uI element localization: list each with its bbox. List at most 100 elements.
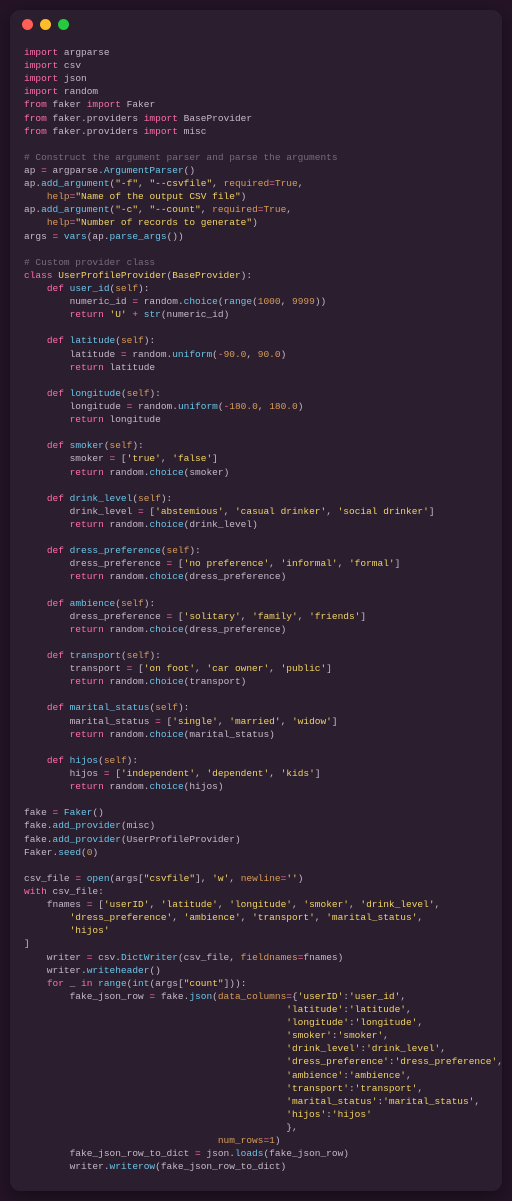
text: , (383, 1030, 389, 1041)
text (24, 925, 70, 936)
fn: Faker (64, 807, 93, 818)
text: longitude (24, 401, 127, 412)
text: , (281, 296, 292, 307)
text: ): (149, 388, 160, 399)
fn: choice (149, 676, 183, 687)
text: (args[ (110, 873, 144, 884)
text: [ (92, 899, 103, 910)
str: 'marital_status' (326, 912, 417, 923)
str: 'latitude' (349, 1004, 406, 1015)
text: smoker (24, 453, 110, 464)
text: argparse. (47, 165, 104, 176)
text (24, 1043, 286, 1054)
text: , (241, 611, 252, 622)
self: self (121, 598, 144, 609)
str: 'on foot' (144, 663, 195, 674)
text: random. (104, 467, 150, 478)
module: csv (64, 60, 81, 71)
fn: writeheader (87, 965, 150, 976)
text: , (269, 558, 280, 569)
text: , (195, 663, 206, 674)
fn: range (98, 978, 127, 989)
text: , (338, 558, 349, 569)
text: (marital_status) (184, 729, 275, 740)
text: , (400, 991, 406, 1002)
maximize-icon[interactable] (58, 19, 69, 30)
text: latitude (104, 362, 155, 373)
fn: choice (184, 296, 218, 307)
text: ): (189, 545, 200, 556)
str: 'drink_level' (286, 1043, 360, 1054)
text: transport (24, 663, 127, 674)
str: 'U' (110, 309, 127, 320)
text: ) (275, 1135, 281, 1146)
text (24, 1056, 286, 1067)
text: ] (315, 768, 321, 779)
text: (ap. (87, 231, 110, 242)
self: self (127, 388, 150, 399)
text: drink_level (24, 506, 138, 517)
num: 180.0 (269, 401, 298, 412)
close-icon[interactable] (22, 19, 33, 30)
str: 'latitude' (286, 1004, 343, 1015)
bool: True (275, 178, 298, 189)
text: numeric_id (24, 296, 132, 307)
text: ): (132, 440, 143, 451)
text: ) (298, 401, 304, 412)
text: ] (212, 453, 218, 464)
text: [ (110, 768, 121, 779)
str: 'transport' (252, 912, 315, 923)
text: ] (429, 506, 435, 517)
code-editor[interactable]: import argparse import csv import json i… (10, 38, 502, 1191)
text: , (161, 453, 172, 464)
text (24, 1030, 286, 1041)
str: 'ambience' (286, 1070, 343, 1081)
fn: range (224, 296, 253, 307)
text (24, 217, 47, 228)
text: random. (104, 781, 150, 792)
keyword: return (70, 467, 104, 478)
text: _ (64, 978, 81, 989)
minimize-icon[interactable] (40, 19, 51, 30)
text: , (246, 349, 257, 360)
text: , (298, 178, 304, 189)
text: (csv_file, (178, 952, 241, 963)
str: 'w' (212, 873, 229, 884)
text: (args[ (149, 978, 183, 989)
self: self (155, 702, 178, 713)
fn: int (132, 978, 149, 989)
keyword: for (47, 978, 64, 989)
fn-name: smoker (64, 440, 104, 451)
str: "-c" (115, 204, 138, 215)
var: args (24, 231, 53, 242)
text: , (218, 716, 229, 727)
text: () (149, 965, 160, 976)
keyword: from (24, 113, 47, 124)
text (24, 1004, 286, 1015)
text: ): (241, 270, 252, 281)
str: 'hijos' (332, 1109, 372, 1120)
text: (fake_json_row) (263, 1148, 349, 1159)
fn-name: marital_status (64, 702, 150, 713)
module: faker.providers (53, 113, 139, 124)
text: ): (161, 493, 172, 504)
text: random. (132, 401, 178, 412)
text: , (269, 663, 280, 674)
text: (dress_preference) (184, 571, 287, 582)
fn: loads (235, 1148, 264, 1159)
str: 'dress_preference' (286, 1056, 389, 1067)
text (24, 1096, 286, 1107)
text: ): (127, 755, 138, 766)
titlebar (10, 10, 502, 38)
text: , (292, 899, 303, 910)
str: 'informal' (281, 558, 338, 569)
text: ap. (24, 204, 41, 215)
text: fnames) (303, 952, 343, 963)
text: ) (92, 847, 98, 858)
fn-name: latitude (64, 335, 115, 346)
text: random. (138, 296, 184, 307)
fn: add_provider (53, 834, 121, 845)
text: , (218, 899, 229, 910)
str: 'no preference' (184, 558, 270, 569)
text: [ (144, 506, 155, 517)
